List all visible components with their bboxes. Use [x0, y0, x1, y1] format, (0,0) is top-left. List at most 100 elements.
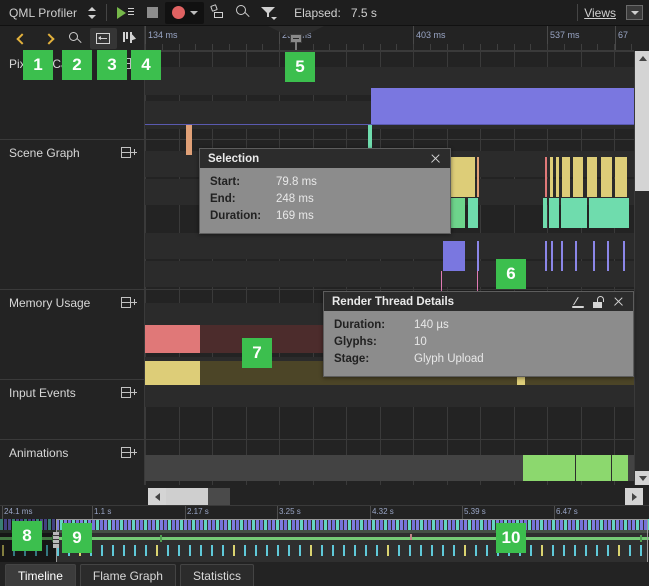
- event-block-purple[interactable]: [371, 88, 634, 124]
- event-block-teal[interactable]: [468, 198, 478, 228]
- event-line[interactable]: [145, 124, 634, 125]
- clean-data-icon[interactable]: [204, 2, 230, 24]
- horizontal-scrollbar[interactable]: [148, 488, 646, 505]
- views-dropdown-icon[interactable]: [626, 5, 643, 20]
- detail-row: Duration: 169 ms: [210, 208, 440, 225]
- expand-icon[interactable]: [121, 147, 137, 159]
- horizontal-scrollbar-thumb[interactable]: [166, 488, 208, 505]
- search-icon[interactable]: [230, 2, 256, 24]
- overview-ruler: 24.1 ms1.1 s2.17 s3.25 s4.32 s5.39 s6.47…: [0, 506, 649, 519]
- event-block-teal[interactable]: [561, 198, 587, 228]
- event-block-teal[interactable]: [589, 198, 629, 228]
- select-range-button[interactable]: [117, 28, 144, 49]
- close-icon[interactable]: [425, 150, 445, 167]
- category-header[interactable]: Memory Usage: [0, 290, 145, 316]
- category-header[interactable]: Animations: [0, 440, 145, 466]
- ruler-minor-tick: [463, 44, 464, 50]
- animation-gap2[interactable]: [611, 455, 612, 481]
- vertical-scrollbar[interactable]: [634, 51, 649, 485]
- track-separator: [145, 289, 634, 290]
- render-thread-details-popup[interactable]: Render Thread Details Duration: 140 µs G…: [323, 291, 634, 377]
- category-memory-usage[interactable]: Memory Usage: [0, 289, 145, 379]
- record-options-caret-icon[interactable]: [190, 11, 198, 15]
- details-popup-titlebar: Render Thread Details: [324, 292, 633, 311]
- category-label: Input Events: [9, 386, 121, 400]
- category-input-events[interactable]: Input Events: [0, 379, 145, 439]
- edit-icon[interactable]: [568, 293, 588, 310]
- category-label: Animations: [9, 446, 121, 460]
- event-line-purple[interactable]: [575, 241, 577, 271]
- overview-selection-window[interactable]: [56, 519, 648, 562]
- event-block-yellow[interactable]: [573, 157, 583, 197]
- overview-tick: [92, 506, 93, 519]
- animation-gap[interactable]: [575, 455, 576, 481]
- start-profiling-icon[interactable]: [113, 2, 139, 24]
- event-block-yellow[interactable]: [601, 157, 612, 197]
- expand-icon[interactable]: [121, 387, 137, 399]
- overview-left-handle[interactable]: [53, 532, 59, 548]
- vertical-scrollbar-thumb[interactable]: [635, 65, 649, 191]
- event-line-purple[interactable]: [623, 241, 625, 271]
- record-icon[interactable]: [172, 6, 185, 19]
- unlock-icon[interactable]: [588, 293, 608, 310]
- event-block-teal[interactable]: [543, 198, 547, 228]
- event-line-purple[interactable]: [607, 241, 609, 271]
- close-icon[interactable]: [608, 293, 628, 310]
- memory-block-red[interactable]: [145, 325, 200, 353]
- time-ruler[interactable]: 134 ms268 ms403 ms537 ms67: [145, 26, 634, 51]
- event-line-purple[interactable]: [551, 241, 553, 271]
- views-button[interactable]: Views: [584, 6, 616, 20]
- ruler-minor-tick: [246, 44, 247, 50]
- ruler-minor-tick: [497, 44, 498, 50]
- event-line-purple[interactable]: [477, 241, 479, 271]
- scroll-left-icon[interactable]: [148, 488, 166, 505]
- horizontal-scrollbar-track[interactable]: [208, 488, 230, 505]
- tab-timeline[interactable]: Timeline: [5, 564, 76, 586]
- event-block-yellow[interactable]: [615, 157, 627, 197]
- event-block-yellow[interactable]: [562, 157, 570, 197]
- overview-strip[interactable]: 24.1 ms1.1 s2.17 s3.25 s4.32 s5.39 s6.47…: [0, 505, 649, 562]
- ruler-minor-tick: [480, 44, 481, 50]
- scroll-down-icon[interactable]: [635, 471, 649, 485]
- category-animations[interactable]: Animations: [0, 439, 145, 485]
- badge-6: 6: [496, 259, 526, 289]
- badge-8: 8: [12, 521, 42, 551]
- event-line-purple[interactable]: [593, 241, 595, 271]
- tab-statistics[interactable]: Statistics: [180, 564, 254, 586]
- event-block-red[interactable]: [545, 157, 547, 197]
- fit-to-width-button[interactable]: [90, 28, 117, 49]
- scroll-up-icon[interactable]: [635, 51, 649, 65]
- expand-icon[interactable]: [121, 447, 137, 459]
- event-block-purple[interactable]: [443, 241, 465, 271]
- updown-spinner-icon[interactable]: [84, 4, 100, 22]
- event-block-yellow[interactable]: [556, 157, 559, 197]
- zoom-range-handle[interactable]: [268, 26, 324, 40]
- scroll-right-icon[interactable]: [625, 488, 643, 505]
- overview-tick: [2, 506, 3, 519]
- event-line-purple[interactable]: [561, 241, 563, 271]
- zoom-icon[interactable]: [62, 28, 89, 49]
- overview-tick: [554, 506, 555, 519]
- prev-event-button[interactable]: [8, 28, 35, 49]
- stop-icon[interactable]: [139, 2, 165, 24]
- filter-icon[interactable]: [256, 2, 282, 24]
- tab-flame-graph[interactable]: Flame Graph: [80, 564, 176, 586]
- event-block-yellow[interactable]: [587, 157, 597, 197]
- overview-body[interactable]: [0, 519, 649, 562]
- selection-popup[interactable]: Selection Start: 79.8 ms End: 248 ms Dur…: [199, 148, 451, 234]
- ruler-minor-tick: [597, 44, 598, 50]
- expand-icon[interactable]: [121, 297, 137, 309]
- next-event-button[interactable]: [35, 28, 62, 49]
- record-control[interactable]: [165, 2, 204, 24]
- category-header[interactable]: Input Events: [0, 380, 145, 406]
- category-scene-graph[interactable]: Scene Graph: [0, 139, 145, 289]
- category-header[interactable]: Scene Graph: [0, 140, 145, 166]
- timeline-tracks[interactable]: [145, 51, 634, 485]
- event-block-teal[interactable]: [549, 198, 559, 228]
- event-block-orange[interactable]: [186, 125, 192, 155]
- event-line-purple[interactable]: [545, 241, 547, 271]
- event-block-yellow[interactable]: [550, 157, 553, 197]
- event-block-orange[interactable]: [477, 157, 479, 197]
- memory-block-yellow[interactable]: [145, 361, 200, 385]
- overview-tick-label: 2.17 s: [187, 507, 209, 516]
